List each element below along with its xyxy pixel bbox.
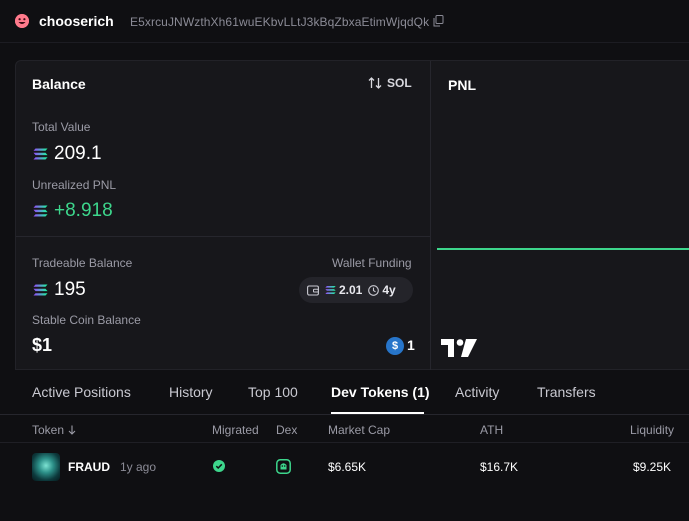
- tab-history[interactable]: History: [169, 384, 213, 400]
- token-age: 1y ago: [120, 460, 157, 474]
- tab-activity[interactable]: Activity: [455, 384, 499, 400]
- tradeable-balance-amount: 195: [54, 279, 86, 300]
- pnl-title: PNL: [448, 77, 476, 93]
- balance-divider: [16, 236, 430, 237]
- token-ath: $16.7K: [480, 460, 519, 474]
- tradeable-balance: 195: [33, 279, 86, 301]
- wallet-icon: [307, 284, 319, 296]
- table-header: Token Migrated Dex Market Cap ATH Liquid…: [0, 415, 689, 443]
- total-value-label: Total Value: [32, 120, 91, 134]
- column-token[interactable]: Token: [32, 423, 76, 437]
- currency-label: SOL: [387, 76, 412, 90]
- wallet-address[interactable]: E5xrcuJNWzthXh61wuEKbvLLtJ3kBqZbxaEtimWj…: [130, 15, 429, 29]
- tab-dev-tokens[interactable]: Dev Tokens (1): [331, 384, 430, 400]
- column-migrated[interactable]: Migrated: [212, 423, 259, 437]
- solana-icon: [33, 148, 48, 160]
- currency-toggle[interactable]: SOL: [368, 76, 412, 90]
- column-liquidity[interactable]: Liquidity: [630, 423, 674, 437]
- sort-down-icon: [68, 425, 76, 435]
- dex-icon[interactable]: [276, 459, 291, 474]
- solana-icon: [33, 284, 48, 296]
- panel-divider: [430, 61, 431, 370]
- pnl-line: [437, 248, 689, 250]
- swap-arrows-icon: [368, 77, 382, 89]
- copy-icon[interactable]: [433, 15, 444, 27]
- column-market-cap[interactable]: Market Cap: [328, 423, 390, 437]
- stable-coin-value: $1: [32, 335, 53, 355]
- column-ath[interactable]: ATH: [480, 423, 503, 437]
- tab-bar: Active Positions History Top 100 Dev Tok…: [0, 370, 689, 415]
- top-bar: chooserich E5xrcuJNWzthXh61wuEKbvLLtJ3kB…: [0, 0, 689, 43]
- active-tab-indicator: [331, 412, 424, 414]
- solana-icon: [325, 285, 336, 295]
- check-circle-icon: [213, 460, 225, 472]
- column-dex[interactable]: Dex: [276, 423, 297, 437]
- tab-top-100[interactable]: Top 100: [248, 384, 298, 400]
- unrealized-pnl-label: Unrealized PNL: [32, 178, 117, 192]
- solana-icon: [33, 205, 48, 217]
- wallet-funding-pill[interactable]: 2.01 4y: [299, 277, 413, 303]
- tab-active-positions[interactable]: Active Positions: [32, 384, 131, 400]
- total-value: 209.1: [33, 143, 102, 165]
- stable-coin-label: Stable Coin Balance: [32, 313, 141, 327]
- total-value-amount: 209.1: [54, 143, 102, 164]
- username: chooserich: [39, 13, 114, 29]
- unrealized-pnl: +8.918: [33, 200, 113, 222]
- tradeable-balance-label: Tradeable Balance: [32, 256, 133, 270]
- tradingview-logo[interactable]: [441, 339, 477, 357]
- grinning-emoji-icon: [15, 14, 29, 28]
- wallet-funding-amount: 2.01: [339, 283, 363, 297]
- tab-transfers[interactable]: Transfers: [537, 384, 596, 400]
- token-market-cap: $6.65K: [328, 460, 367, 474]
- token-liquidity: $9.25K: [633, 460, 672, 474]
- token-name[interactable]: FRAUD: [68, 460, 110, 474]
- wallet-funding-age: 4y: [382, 283, 396, 297]
- wallet-funding-label: Wallet Funding: [332, 256, 412, 270]
- balance-title: Balance: [32, 76, 86, 92]
- usdc-icon: $: [386, 337, 404, 355]
- clock-icon: [368, 284, 380, 296]
- token-avatar: [32, 453, 60, 481]
- unrealized-pnl-amount: +8.918: [54, 200, 113, 221]
- stable-coin-count: 1: [407, 337, 415, 353]
- column-token-label: Token: [32, 423, 65, 437]
